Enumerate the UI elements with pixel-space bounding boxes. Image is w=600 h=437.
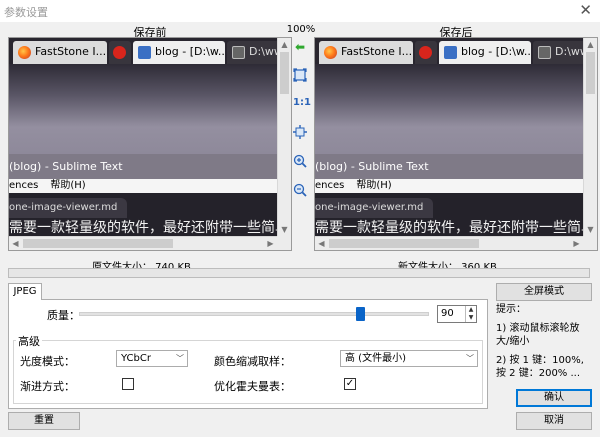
scroll-down-icon[interactable]: ▼	[584, 223, 597, 236]
browser-tab: D:\ww	[227, 41, 277, 64]
preview-content: 需要一款轻量级的软件，最好还附带一些简单	[9, 220, 277, 236]
browser-tabstrip: FastStone I... blog - [D:\w... D:\ww	[315, 38, 583, 64]
firefox-icon	[324, 46, 337, 59]
reset-button[interactable]: 重置	[8, 412, 80, 430]
chevron-down-icon: ﹀	[466, 354, 474, 363]
progressive-checkbox[interactable]	[122, 378, 134, 390]
luma-label: 光度模式：	[20, 355, 75, 368]
after-vscroll[interactable]: ▲ ▼	[583, 38, 597, 236]
browser-tabstrip: FastStone I... blog - [D:\w... D:\ww	[9, 38, 277, 64]
move-icon[interactable]	[293, 125, 307, 139]
window-icon	[538, 46, 551, 59]
scroll-up-icon[interactable]: ▲	[278, 38, 291, 51]
preview-window-title: (blog) - Sublime Text	[315, 154, 583, 179]
browser-tab: FastStone I...	[319, 41, 413, 64]
scroll-left-icon[interactable]: ◀	[315, 237, 328, 250]
browser-tab: blog - [D:\w...	[439, 41, 531, 64]
preview-background	[315, 64, 583, 154]
arrow-left-icon[interactable]: ⬅	[293, 40, 307, 54]
spin-down-icon[interactable]: ▼	[465, 314, 476, 322]
huffman-checkbox[interactable]: ✓	[344, 378, 356, 390]
preview-background	[9, 64, 277, 154]
preview-menubar: ences 帮助(H)	[315, 179, 583, 193]
ok-button[interactable]: 确认	[516, 389, 592, 407]
browser-tab: FastStone I...	[13, 41, 107, 64]
preview-content: 需要一款轻量级的软件，最好还附带一些简单	[315, 220, 583, 236]
scroll-thumb[interactable]	[280, 52, 289, 94]
weibo-icon	[419, 46, 432, 59]
after-preview[interactable]: FastStone I... blog - [D:\w... D:\ww (bl…	[314, 37, 598, 251]
browser-tab: D:\ww	[533, 41, 583, 64]
cancel-button[interactable]: 取消	[516, 412, 592, 430]
browser-tab	[109, 41, 131, 64]
scroll-left-icon[interactable]: ◀	[9, 237, 22, 250]
chroma-select[interactable]: 高 (文件最小) ﹀	[340, 350, 478, 367]
zoom-out-icon[interactable]	[293, 183, 307, 197]
tip-keys: 2) 按 1 键：100%, 按 2 键：200% ...	[496, 355, 584, 379]
sublime-icon	[138, 46, 151, 59]
scroll-up-icon[interactable]: ▲	[584, 38, 597, 51]
actual-size-button[interactable]: 1:1	[293, 96, 311, 110]
tips-title: 提示：	[496, 304, 526, 315]
scroll-corner	[583, 236, 597, 250]
sublime-icon	[444, 46, 457, 59]
weibo-icon	[113, 46, 126, 59]
huffman-label: 优化霍夫曼表：	[214, 380, 291, 393]
settings-panel: 质量： 90 ▲ ▼ 高级 光度模式： YCbCr ﹀ 颜色缩减取样： 高 (文件…	[8, 299, 488, 409]
scroll-corner	[277, 236, 291, 250]
tip-scroll: 1) 滚动鼠标滚轮放大/缩小	[496, 323, 580, 347]
quality-label: 质量：	[47, 309, 80, 322]
chroma-label: 颜色缩减取样：	[214, 355, 291, 368]
scroll-thumb[interactable]	[23, 239, 173, 248]
luma-select[interactable]: YCbCr ﹀	[116, 350, 188, 367]
before-hscroll[interactable]: ◀ ▶	[9, 236, 277, 250]
preview-file-tab: one-image-viewer.md	[9, 198, 127, 218]
zoom-level: 100%	[286, 24, 316, 35]
progress-bar	[8, 268, 590, 278]
after-viewport[interactable]: FastStone I... blog - [D:\w... D:\ww (bl…	[315, 38, 583, 236]
firefox-icon	[18, 46, 31, 59]
scroll-thumb[interactable]	[329, 239, 479, 248]
spin-up-icon[interactable]: ▲	[465, 306, 476, 314]
chevron-down-icon: ﹀	[176, 354, 184, 363]
progressive-label: 渐进方式：	[20, 380, 75, 393]
scroll-right-icon[interactable]: ▶	[570, 237, 583, 250]
quality-slider-thumb[interactable]	[355, 307, 365, 321]
scroll-thumb[interactable]	[586, 52, 595, 94]
advanced-group: 高级 光度模式： YCbCr ﹀ 颜色缩减取样： 高 (文件最小) ﹀ 渐进方式： …	[13, 333, 483, 404]
before-vscroll[interactable]: ▲ ▼	[277, 38, 291, 236]
before-viewport[interactable]: FastStone I... blog - [D:\w... D:\ww (bl…	[9, 38, 277, 236]
preview-window-title: (blog) - Sublime Text	[9, 154, 277, 179]
after-hscroll[interactable]: ◀ ▶	[315, 236, 583, 250]
scroll-down-icon[interactable]: ▼	[278, 223, 291, 236]
window-icon	[232, 46, 245, 59]
before-preview[interactable]: FastStone I... blog - [D:\w... D:\ww (bl…	[8, 37, 292, 251]
advanced-title: 高级	[16, 333, 42, 349]
quality-slider[interactable]	[79, 312, 429, 316]
fullscreen-button[interactable]: 全屏模式	[496, 283, 592, 301]
title-bar: 参数设置 ✕	[0, 0, 600, 22]
tab-jpeg[interactable]: JPEG	[8, 283, 42, 300]
close-icon[interactable]: ✕	[579, 1, 592, 19]
zoom-in-icon[interactable]	[293, 154, 307, 168]
scroll-right-icon[interactable]: ▶	[264, 237, 277, 250]
browser-tab: blog - [D:\w...	[133, 41, 225, 64]
quality-input[interactable]: 90 ▲ ▼	[437, 305, 477, 323]
browser-tab	[415, 41, 437, 64]
preview-menubar: ences 帮助(H)	[9, 179, 277, 193]
fit-window-icon[interactable]	[293, 68, 307, 82]
window-title: 参数设置	[4, 6, 48, 19]
preview-file-tab: one-image-viewer.md	[315, 198, 433, 218]
